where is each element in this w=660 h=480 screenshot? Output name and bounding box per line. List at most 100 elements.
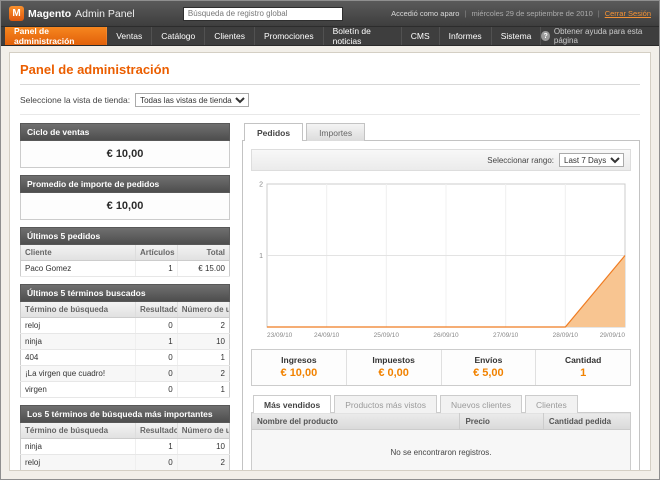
table-row[interactable]: Paco Gomez 1 € 15.00 [21, 261, 230, 277]
totals-row: Ingresos € 10,00 Impuestos € 0,00 Envíos… [251, 349, 631, 386]
average-order-box: Promedio de importe de pedidos € 10,00 [20, 175, 230, 220]
store-view-switcher: Seleccione la vista de tienda: Todas las… [20, 85, 640, 115]
last-search-terms-table: Término de búsqueda Resultados Número de… [20, 302, 230, 398]
column-header: Precio [460, 413, 543, 430]
magento-logo[interactable]: M Magento Admin Panel [9, 6, 135, 21]
tab-importes[interactable]: Importes [306, 123, 365, 141]
range-label: Seleccionar rango: [487, 156, 554, 165]
logged-in-as: Accedió como aparo [391, 9, 459, 18]
store-view-label: Seleccione la vista de tienda: [20, 95, 130, 105]
nav-item-boletin[interactable]: Boletín de noticias [324, 27, 402, 45]
orders-chart-svg: 1223/09/1024/09/1025/09/1026/09/1027/09/… [251, 178, 631, 340]
average-order-title: Promedio de importe de pedidos [20, 175, 230, 193]
table-row[interactable]: 404 0 1 [21, 350, 230, 366]
separator: | [464, 9, 466, 18]
table-row[interactable]: ninja 1 10 [21, 439, 230, 455]
tab-nuevos-clientes[interactable]: Nuevos clientes [440, 395, 522, 413]
stat-ingresos: Ingresos € 10,00 [252, 350, 346, 385]
svg-text:29/09/10: 29/09/10 [600, 332, 626, 339]
logout-link[interactable]: Cerrar Sesión [605, 9, 651, 18]
column-header: Cantidad pedida [543, 413, 630, 430]
svg-text:2: 2 [259, 182, 263, 189]
dashboard-right-column: Pedidos Importes Seleccionar rango: Last… [242, 123, 640, 471]
last-orders-title: Últimos 5 pedidos [20, 227, 230, 245]
chart-panel: Seleccionar rango: Last 7 Days 1223/09/1… [242, 140, 640, 471]
table-row[interactable]: reloj 0 2 [21, 318, 230, 334]
nav-item-dashboard[interactable]: Panel de administración [5, 27, 107, 45]
orders-chart: 1223/09/1024/09/1025/09/1026/09/1027/09/… [251, 178, 631, 340]
magento-admin-window: M Magento Admin Panel Accedió como aparo… [0, 0, 660, 480]
empty-message: No se encontraron registros. [252, 430, 631, 472]
column-header: Resultados [135, 302, 177, 318]
content-panel: Panel de administración Seleccione la vi… [9, 52, 651, 471]
nav-item-ventas[interactable]: Ventas [107, 27, 152, 45]
nav-item-cms[interactable]: CMS [402, 27, 440, 45]
global-search [143, 7, 383, 21]
last-orders-table: Cliente Artículos Total Paco Gomez 1 € 1… [20, 245, 230, 277]
tab-pedidos[interactable]: Pedidos [244, 123, 303, 141]
nav-item-promociones[interactable]: Promociones [255, 27, 324, 45]
products-table: Nombre del producto Precio Cantidad pedi… [251, 412, 631, 471]
nav-item-clientes[interactable]: Clientes [205, 27, 255, 45]
top-search-terms-box: Los 5 términos de búsqueda más important… [20, 405, 230, 471]
session-info: Accedió como aparo | miércoles 29 de sep… [391, 9, 651, 18]
help-icon: ? [541, 31, 549, 41]
global-search-input[interactable] [183, 7, 343, 21]
table-row[interactable]: ninja 1 10 [21, 334, 230, 350]
svg-text:26/09/10: 26/09/10 [433, 332, 459, 339]
column-header: Cliente [21, 245, 136, 261]
column-header: Término de búsqueda [21, 302, 136, 318]
table-row[interactable]: ¡La virgen que cuadro! 0 2 [21, 471, 230, 472]
nav-item-informes[interactable]: Informes [440, 27, 492, 45]
column-header: Número de usos [177, 423, 229, 439]
logo-text: Magento [28, 8, 71, 20]
table-row[interactable]: virgen 0 1 [21, 382, 230, 398]
lifetime-sales-title: Ciclo de ventas [20, 123, 230, 141]
column-header: Total [177, 245, 229, 261]
separator: | [598, 9, 600, 18]
last-search-terms-title: Últimos 5 términos buscados [20, 284, 230, 302]
table-row[interactable]: ¡La virgen que cuadro! 0 2 [21, 366, 230, 382]
svg-text:27/09/10: 27/09/10 [493, 332, 519, 339]
store-view-select[interactable]: Todas las vistas de tienda [135, 93, 249, 107]
svg-text:25/09/10: 25/09/10 [374, 332, 400, 339]
tab-mas-vendidos[interactable]: Más vendidos [253, 395, 331, 413]
help-label: Obtener ayuda para esta página [554, 27, 651, 45]
nav-item-sistema[interactable]: Sistema [492, 27, 542, 45]
stat-cantidad: Cantidad 1 [535, 350, 630, 385]
header-date: miércoles 29 de septiembre de 2010 [471, 9, 592, 18]
empty-row: No se encontraron registros. [252, 430, 631, 472]
column-header: Resultados [135, 423, 177, 439]
logo-suffix: Admin Panel [75, 8, 135, 20]
svg-text:28/09/10: 28/09/10 [553, 332, 579, 339]
column-header: Artículos [135, 245, 177, 261]
content-area: Panel de administración Seleccione la vi… [1, 46, 659, 479]
lifetime-sales-box: Ciclo de ventas € 10,00 [20, 123, 230, 168]
tab-productos-mas-vistos[interactable]: Productos más vistos [334, 395, 437, 413]
tab-clientes[interactable]: Clientes [525, 395, 578, 413]
page-help-link[interactable]: ? Obtener ayuda para esta página [541, 27, 655, 45]
average-order-value: € 10,00 [20, 193, 230, 220]
dashboard: Ciclo de ventas € 10,00 Promedio de impo… [20, 115, 640, 471]
stat-impuestos: Impuestos € 0,00 [346, 350, 441, 385]
top-search-terms-title: Los 5 términos de búsqueda más important… [20, 405, 230, 423]
top-header: M Magento Admin Panel Accedió como aparo… [1, 1, 659, 27]
svg-text:24/09/10: 24/09/10 [314, 332, 340, 339]
column-header: Nombre del producto [252, 413, 460, 430]
svg-text:1: 1 [259, 253, 263, 260]
page-title: Panel de administración [20, 59, 640, 85]
range-selector-bar: Seleccionar rango: Last 7 Days [251, 149, 631, 171]
lifetime-sales-value: € 10,00 [20, 141, 230, 168]
top-search-terms-table: Término de búsqueda Resultados Número de… [20, 423, 230, 471]
stat-envios: Envíos € 5,00 [441, 350, 536, 385]
magento-logo-icon: M [9, 6, 24, 21]
main-nav: Panel de administración Ventas Catálogo … [1, 27, 659, 46]
table-row[interactable]: reloj 0 2 [21, 455, 230, 471]
range-select[interactable]: Last 7 Days [559, 153, 624, 167]
last-orders-box: Últimos 5 pedidos Cliente Artículos Tota… [20, 227, 230, 277]
nav-item-catalogo[interactable]: Catálogo [152, 27, 205, 45]
last-search-terms-box: Últimos 5 términos buscados Término de b… [20, 284, 230, 398]
chart-tabs: Pedidos Importes [242, 123, 640, 141]
column-header: Término de búsqueda [21, 423, 136, 439]
column-header: Número de usos [177, 302, 229, 318]
